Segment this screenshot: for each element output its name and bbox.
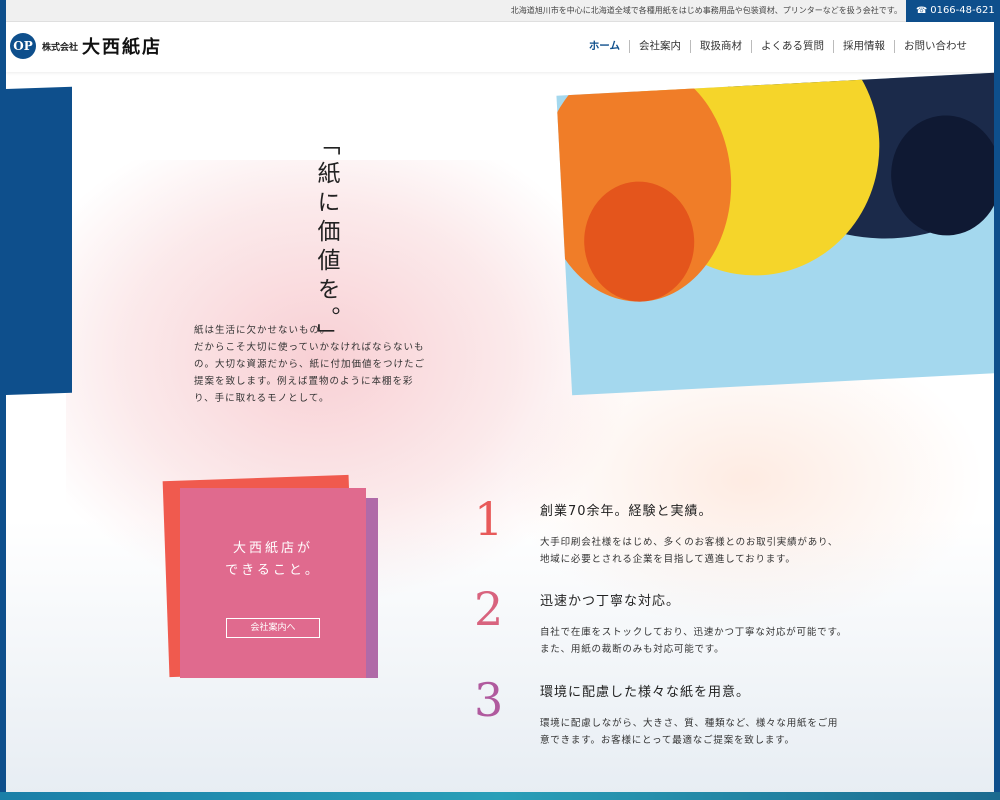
bottom-color-strip: [0, 792, 1000, 800]
feature-card: 大西紙店が できること。 会社案内へ: [180, 488, 366, 678]
point-desc-line: 意できます。お客様にとって最適なご提案を致します。: [540, 735, 795, 746]
intro-line: 提案を致します。例えば置物のように本棚を彩: [194, 376, 414, 387]
point-desc-line: 大手印刷会社様をはじめ、多くのお客様とのお取引実績があり、: [540, 537, 839, 548]
page-frame: 北海道旭川市を中心に北海道全域で各種用紙をはじめ事務用品や包装資材、プリンターな…: [6, 0, 994, 794]
intro-line: の。大切な資源だから、紙に付加価値をつけたご: [194, 359, 426, 370]
point-desc-line: 地域に必要とされる企業を目指して邁進しております。: [540, 554, 796, 565]
nav-contact[interactable]: お問い合わせ: [894, 40, 976, 53]
point-title: 創業70余年。経験と実績。: [540, 504, 713, 519]
point-description: 環境に配慮しながら、大きさ、質、種類など、様々な用紙をご用 意できます。お客様に…: [540, 715, 880, 749]
site-logo[interactable]: OP 株式会社 大西紙店: [10, 33, 162, 59]
point-description: 自社で在庫をストックしており、迅速かつ丁寧な対応が可能です。 また、用紙の裁断の…: [540, 624, 880, 658]
hero-intro-text: 紙は生活に欠かせないもの。 だからこそ大切に使っていかなければならないも の。大…: [194, 322, 454, 407]
company-info-button[interactable]: 会社案内へ: [226, 618, 320, 638]
nav-faq[interactable]: よくある質問: [751, 40, 833, 53]
point-desc-line: 自社で在庫をストックしており、迅速かつ丁寧な対応が可能です。: [540, 627, 848, 638]
logo-small-text: 株式会社: [42, 42, 79, 53]
point-title: 迅速かつ丁寧な対応。: [540, 594, 681, 609]
hero-tagline: 「紙に価値を。」: [313, 132, 339, 353]
point-number: 3: [474, 673, 504, 727]
intro-line: り、手に取れるモノとして。: [194, 393, 330, 404]
point-number: 1: [474, 492, 504, 546]
point-title: 環境に配慮した様々な紙を用意。: [540, 685, 751, 700]
main-nav: ホーム 会社案内 取扱商材 よくある質問 採用情報 お問い合わせ: [580, 40, 976, 53]
blue-accent-block: [6, 86, 72, 396]
hero-paper-photo: [556, 72, 994, 396]
card-title: 大西紙店が できること。: [180, 538, 366, 582]
company-description: 北海道旭川市を中心に北海道全域で各種用紙をはじめ事務用品や包装資材、プリンターな…: [510, 6, 902, 15]
phone-text: 0166-48-6211: [930, 5, 994, 16]
nav-company[interactable]: 会社案内: [629, 40, 690, 53]
top-info-bar: 北海道旭川市を中心に北海道全域で各種用紙をはじめ事務用品や包装資材、プリンターな…: [6, 0, 994, 22]
phone-icon: ☎: [916, 6, 928, 16]
intro-line: だからこそ大切に使っていかなければならないも: [194, 342, 425, 353]
nav-home[interactable]: ホーム: [580, 40, 629, 53]
intro-line: 紙は生活に欠かせないもの。: [194, 325, 331, 336]
logo-company-name: 大西紙店: [82, 37, 163, 58]
point-desc-line: また、用紙の裁断のみも対応可能です。: [540, 644, 725, 655]
nav-recruit[interactable]: 採用情報: [833, 40, 894, 53]
site-header: OP 株式会社 大西紙店 ホーム 会社案内 取扱商材 よくある質問 採用情報 お…: [6, 22, 994, 72]
phone-number[interactable]: ☎ 0166-48-6211: [906, 0, 994, 22]
point-desc-line: 環境に配慮しながら、大きさ、質、種類など、様々な用紙をご用: [540, 718, 839, 729]
logo-mark-icon: OP: [10, 33, 36, 59]
point-description: 大手印刷会社様をはじめ、多くのお客様とのお取引実績があり、 地域に必要とされる企…: [540, 534, 880, 568]
card-title-line: できること。: [225, 563, 321, 578]
point-number: 2: [474, 582, 504, 636]
nav-products[interactable]: 取扱商材: [690, 40, 751, 53]
card-title-line: 大西紙店が: [232, 541, 313, 556]
